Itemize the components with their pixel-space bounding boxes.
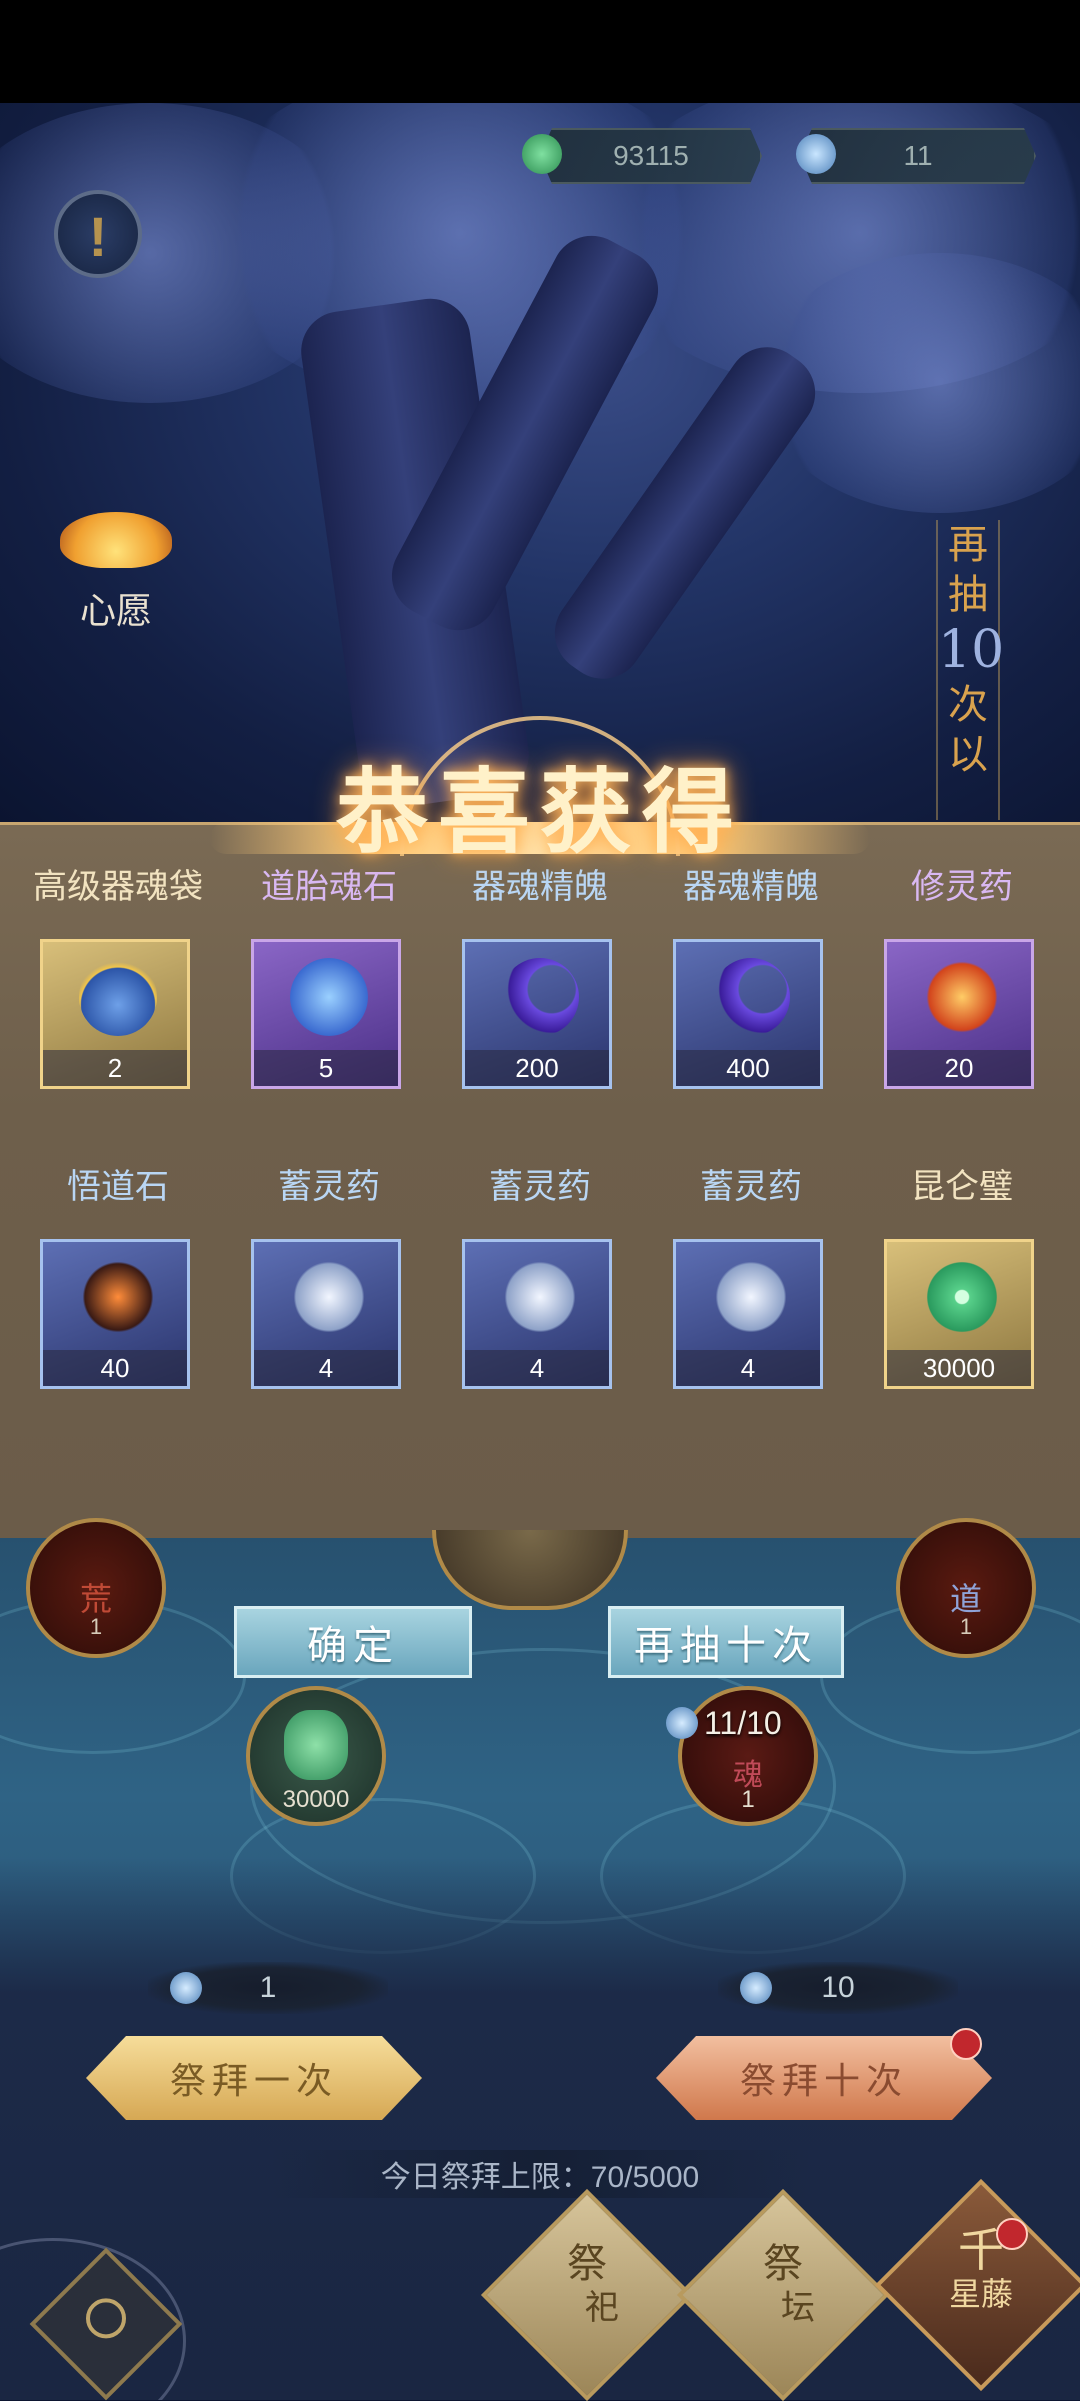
jade-cost-value: 30000 — [282, 1786, 350, 1813]
banner-char: 抽 — [948, 572, 988, 618]
cost-ten: 10 — [718, 1962, 958, 2014]
potion-progress-value: 11/10 — [704, 1704, 782, 1741]
altar-button[interactable]: 祭 坛 — [676, 2188, 890, 2401]
sacrifice-label: 祀 — [585, 2288, 619, 2328]
potion-amount: 11 — [903, 140, 933, 171]
banner-count: 10 — [938, 620, 1005, 680]
cloud-icon — [77, 2290, 135, 2347]
reward-name: 蓄灵药 — [700, 1168, 802, 1206]
potion-icon — [740, 1972, 772, 2004]
reward-quantity: 4 — [465, 1350, 609, 1386]
reward-quantity: 200 — [465, 1050, 609, 1086]
fire-stone-icon — [79, 1258, 157, 1336]
reward-name: 修灵药 — [911, 868, 1013, 906]
draw-count-banner: 再 抽 10 次 以 — [936, 520, 1005, 820]
jade-currency-bar: 93115 — [540, 128, 762, 184]
potion-icon — [170, 1972, 202, 2004]
reward-card[interactable]: 4 — [462, 1239, 612, 1389]
orb-count: 1 — [741, 1786, 755, 1813]
potion-progress: 11/10 — [666, 1700, 826, 1746]
wish-label: 心愿 — [79, 591, 152, 632]
reward-quantity: 4 — [254, 1350, 398, 1386]
reward-card[interactable]: 5 — [251, 939, 401, 1089]
worship-ten-button[interactable]: 祭拜十次 — [656, 2036, 992, 2120]
gourd-icon — [923, 958, 1001, 1036]
reward-card[interactable]: 4 — [673, 1239, 823, 1389]
notification-dot — [996, 2218, 1028, 2250]
crescent-moon-icon — [501, 958, 579, 1036]
potion-flask-icon — [290, 1258, 368, 1336]
crescent-moon-icon — [712, 958, 790, 1036]
confirm-button[interactable]: 确定 — [234, 1606, 472, 1678]
reward-name: 昆仑璧 — [911, 1168, 1013, 1206]
daily-limit-text: 今日祭拜上限：70/5000 — [380, 2161, 700, 2194]
jade-disc-icon — [923, 1258, 1001, 1336]
star-vine-label: 星藤 — [948, 2275, 1013, 2313]
wilderness-orb[interactable]: 荒 1 — [26, 1518, 166, 1658]
potion-flask-icon — [712, 1258, 790, 1336]
jade-coin-icon — [522, 134, 562, 174]
jade-cost-orb: 30000 — [246, 1686, 386, 1826]
reward-card[interactable]: 400 — [673, 939, 823, 1089]
reward-card[interactable]: 40 — [40, 1239, 190, 1389]
reward-title: 恭喜获得 — [335, 758, 744, 866]
reward-quantity: 40 — [43, 1350, 187, 1386]
potion-currency-icon — [796, 134, 836, 174]
reward-quantity: 400 — [676, 1050, 820, 1086]
jade-amount: 93115 — [613, 140, 689, 171]
draw-ten-again-label: 再抽十次 — [634, 1623, 818, 1669]
reward-card[interactable]: 2 — [40, 939, 190, 1089]
potion-icon — [666, 1707, 698, 1739]
lotus-icon — [60, 512, 172, 568]
reward-name: 蓄灵药 — [278, 1168, 380, 1206]
worship-once-label: 祭拜一次 — [169, 2061, 338, 2102]
status-bar-area — [0, 0, 1080, 103]
star-vine-button[interactable]: 千 星藤 — [874, 2178, 1080, 2392]
sacrifice-label: 祭 — [567, 2241, 607, 2287]
star-vine-label: 千 — [958, 2223, 1004, 2277]
soul-bag-icon — [79, 958, 157, 1036]
sacrifice-button[interactable]: 祭 祀 — [480, 2188, 694, 2401]
banner-char: 次 — [948, 682, 988, 728]
reward-quantity: 5 — [254, 1050, 398, 1086]
potion-flask-icon — [501, 1258, 579, 1336]
cost-once-value: 1 — [259, 1971, 277, 2004]
orb-count: 1 — [959, 1614, 973, 1639]
wish-button[interactable]: 心愿 — [52, 508, 180, 632]
dao-orb[interactable]: 道 1 — [896, 1518, 1036, 1658]
reward-quantity: 20 — [887, 1050, 1031, 1086]
daily-limit: 今日祭拜上限：70/5000 — [270, 2150, 810, 2198]
banner-char: 以 — [948, 732, 988, 778]
soul-stone-icon — [290, 958, 368, 1036]
reward-panel: 高级器魂袋 2 道胎魂石 5 器魂精魄 200 器魂精魄 400 修灵药 20 悟道石 40 蓄灵药 4 蓄… — [0, 822, 1080, 1544]
orb-count: 1 — [89, 1614, 103, 1639]
banner-char: 再 — [948, 522, 988, 568]
reward-name: 蓄灵药 — [489, 1168, 591, 1206]
reward-card[interactable]: 200 — [462, 939, 612, 1089]
reward-name: 高级器魂袋 — [33, 868, 203, 906]
cost-once: 1 — [148, 1962, 388, 2014]
info-button[interactable]: ! — [54, 190, 142, 278]
worship-ten-label: 祭拜十次 — [739, 2061, 908, 2102]
night-tree-background — [0, 103, 1080, 823]
reward-quantity: 2 — [43, 1050, 187, 1086]
altar-label: 坛 — [781, 2288, 815, 2328]
reward-card[interactable]: 30000 — [884, 1239, 1034, 1389]
reward-quantity: 4 — [676, 1350, 820, 1386]
reward-card[interactable]: 4 — [251, 1239, 401, 1389]
worship-once-button[interactable]: 祭拜一次 — [86, 2036, 422, 2120]
jade-disc-icon — [284, 1710, 348, 1780]
altar-label: 祭 — [763, 2241, 803, 2287]
reward-card[interactable]: 20 — [884, 939, 1034, 1089]
notification-dot — [950, 2028, 982, 2060]
reward-name: 悟道石 — [67, 1168, 169, 1206]
cost-ten-value: 10 — [821, 1971, 855, 2004]
draw-ten-again-button[interactable]: 再抽十次 — [608, 1606, 844, 1678]
reward-quantity: 30000 — [887, 1350, 1031, 1386]
exclamation-icon: ! — [88, 205, 108, 268]
confirm-label: 确定 — [307, 1623, 399, 1669]
